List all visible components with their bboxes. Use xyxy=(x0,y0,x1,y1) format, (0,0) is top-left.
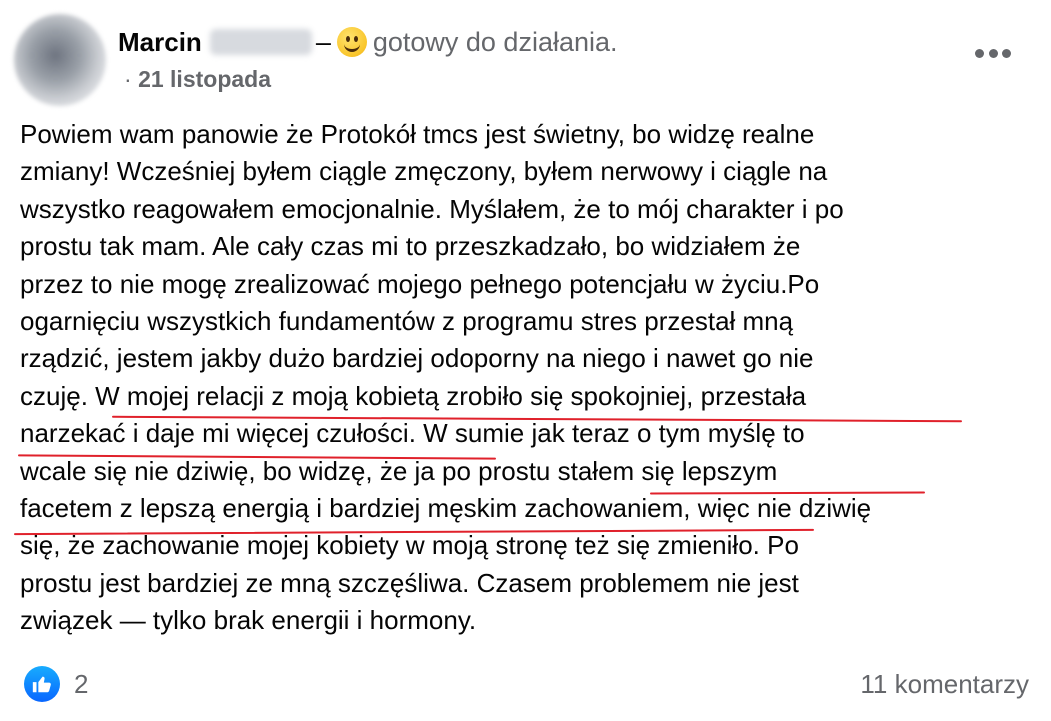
feeling-separator: – xyxy=(315,26,331,57)
reaction-count[interactable]: 2 xyxy=(74,669,88,700)
post-line: rządzić, jestem jakby dużo bardziej odop… xyxy=(20,343,814,374)
post-header: Marcin – gotowy do działania. xyxy=(118,22,618,62)
reactions[interactable]: 2 xyxy=(24,666,88,702)
post-meta: · 21 listopada xyxy=(124,66,271,93)
more-options-icon[interactable] xyxy=(975,40,1011,66)
smiley-face-icon xyxy=(336,27,367,57)
post-line: prostu jest bardziej ze mną szczęśliwa. … xyxy=(20,567,799,598)
author-surname-redacted xyxy=(209,29,312,55)
post-line: wszystko reagowałem emocjonalnie. Myślał… xyxy=(20,193,844,224)
post-date[interactable]: 21 listopada xyxy=(138,66,271,92)
thumbs-up-icon xyxy=(24,666,60,702)
meta-dot: · xyxy=(124,66,132,92)
post-body: Powiem wam panowie że Protokół tmcs jest… xyxy=(20,116,1040,639)
avatar[interactable] xyxy=(14,14,106,106)
feeling-text: gotowy do działania. xyxy=(372,26,618,57)
post-line: przez to nie mogę zrealizować mojego peł… xyxy=(20,268,820,299)
post-line: związek — tylko brak energii i hormony. xyxy=(20,605,477,636)
post-line: prostu tak mam. Ale cały czas mi to prze… xyxy=(20,231,801,262)
post-line: facetem z lepszą energią i bardziej męsk… xyxy=(20,492,872,523)
comments-count[interactable]: 11 komentarzy xyxy=(860,666,1029,702)
post-line: czuję. W mojej relacji z moją kobietą zr… xyxy=(20,380,807,411)
author-name[interactable]: Marcin xyxy=(118,27,202,58)
post-line: ogarnięciu wszystkich fundamentów z prog… xyxy=(20,305,794,336)
post-line: Powiem wam panowie że Protokół tmcs jest… xyxy=(20,119,815,149)
post-line: zmiany! Wcześniej byłem ciągle zmęczony,… xyxy=(20,156,828,187)
post-line: wcale się nie dziwię, bo widzę, że ja po… xyxy=(20,455,778,486)
